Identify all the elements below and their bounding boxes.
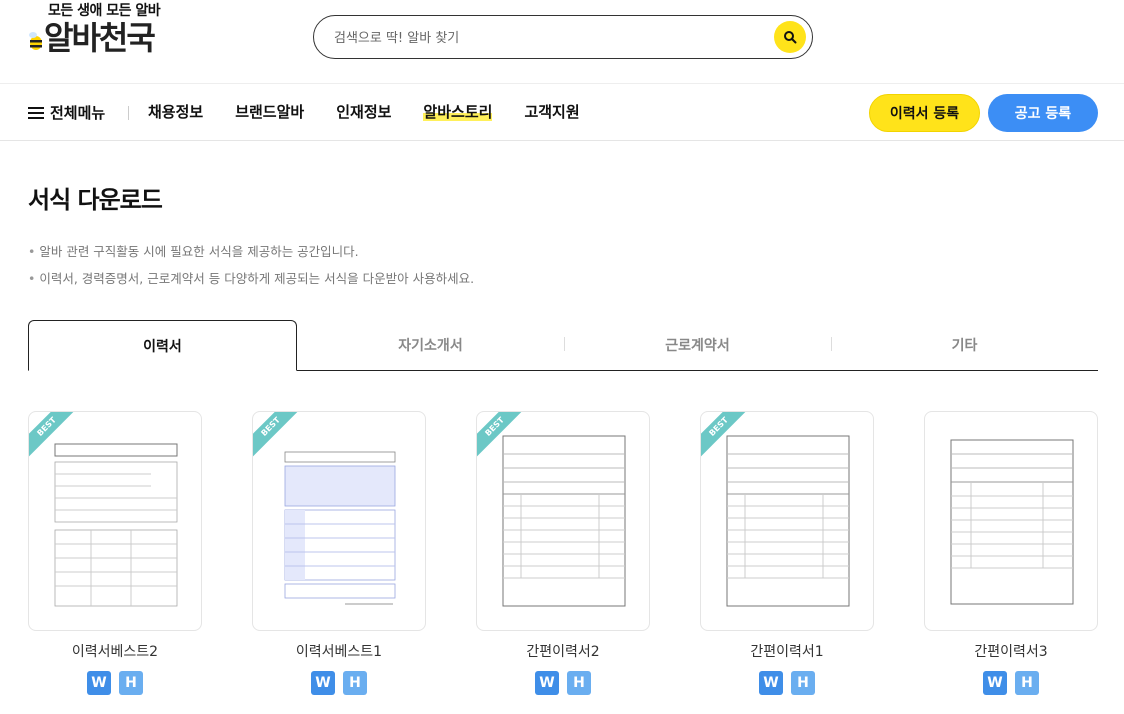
form-name[interactable]: 간편이력서1 [700, 641, 874, 661]
search-button[interactable] [774, 21, 806, 53]
tab-etc[interactable]: 기타 [831, 320, 1098, 370]
form-thumbnail[interactable]: BEST [700, 411, 874, 631]
tab-resume[interactable]: 이력서 [28, 320, 297, 371]
form-name[interactable]: 이력서베스트1 [252, 641, 426, 661]
nav-item-talent[interactable]: 인재정보 [336, 101, 391, 122]
form-thumbnail[interactable]: BEST [28, 411, 202, 631]
page-description: 알바 관련 구직활동 시에 필요한 서식을 제공하는 공간입니다. 이력서, 경… [28, 238, 474, 292]
nav-item-support[interactable]: 고객지원 [524, 101, 579, 122]
brand-text: 알바천국 [44, 19, 156, 57]
document-preview-icon [54, 443, 178, 607]
nav-item-label: 채용정보 [148, 103, 204, 121]
nav-item-label: 인재정보 [336, 103, 392, 121]
word-download-button[interactable]: W [983, 671, 1007, 695]
nav-item-label: 브랜드알바 [235, 103, 305, 121]
form-card: BEST 간편이력서1 W H [700, 411, 874, 695]
format-buttons: W H [28, 671, 202, 695]
hamburger-icon [28, 106, 44, 119]
word-download-button[interactable]: W [535, 671, 559, 695]
form-card: 간편이력서3 W H [924, 411, 1098, 695]
document-preview-icon [284, 451, 396, 605]
desc-line: 알바 관련 구직활동 시에 필요한 서식을 제공하는 공간입니다. [28, 238, 474, 265]
document-preview-icon [950, 439, 1074, 605]
hwp-download-button[interactable]: H [567, 671, 591, 695]
word-download-button[interactable]: W [759, 671, 783, 695]
form-card-list: BEST 이력서베스트2 W H BEST 이력서베스트1 W H BEST 간… [28, 411, 1098, 711]
format-buttons: W H [476, 671, 650, 695]
format-buttons: W H [924, 671, 1098, 695]
all-menu-button[interactable]: 전체메뉴 [28, 102, 105, 123]
search-input[interactable] [334, 26, 754, 50]
form-name[interactable]: 이력서베스트2 [28, 641, 202, 661]
form-thumbnail[interactable]: BEST [252, 411, 426, 631]
nav-item-jobs[interactable]: 채용정보 [148, 101, 203, 122]
document-preview-icon [502, 435, 626, 607]
all-menu-label: 전체메뉴 [50, 104, 106, 122]
form-card: BEST 이력서베스트2 W H [28, 411, 202, 695]
search-icon [784, 31, 797, 44]
hwp-download-button[interactable]: H [119, 671, 143, 695]
nav-item-label: 알바스토리 [423, 103, 493, 121]
tab-label: 기타 [951, 338, 978, 354]
register-post-button[interactable]: 공고 등록 [988, 94, 1098, 132]
format-buttons: W H [252, 671, 426, 695]
hwp-download-button[interactable]: H [1015, 671, 1039, 695]
form-tabs: 이력서 자기소개서 근로계약서 기타 [28, 320, 1098, 371]
logo-slogan: 모든 생애 모든 알바 [48, 3, 161, 19]
tab-label: 이력서 [143, 338, 182, 355]
word-download-button[interactable]: W [87, 671, 111, 695]
bee-icon [29, 32, 42, 50]
form-name[interactable]: 간편이력서3 [924, 641, 1098, 661]
form-thumbnail[interactable] [924, 411, 1098, 631]
tab-label: 자기소개서 [398, 338, 463, 354]
document-preview-icon [726, 435, 850, 607]
main-nav: 전체메뉴 채용정보 브랜드알바 인재정보 알바스토리 고객지원 이력서 등록 공… [0, 84, 1124, 141]
nav-item-brand[interactable]: 브랜드알바 [235, 101, 304, 122]
tab-labor-contract[interactable]: 근로계약서 [564, 320, 831, 370]
tab-cover-letter[interactable]: 자기소개서 [297, 320, 564, 370]
tab-separator [831, 337, 832, 351]
tab-separator [564, 337, 565, 351]
nav-item-story[interactable]: 알바스토리 [423, 101, 493, 122]
form-name[interactable]: 간편이력서2 [476, 641, 650, 661]
register-resume-button[interactable]: 이력서 등록 [869, 94, 980, 132]
nav-item-label: 고객지원 [524, 103, 580, 121]
logo-brand: 알바천국 [28, 18, 156, 58]
nav-divider [128, 106, 129, 120]
format-buttons: W H [700, 671, 874, 695]
hwp-download-button[interactable]: H [343, 671, 367, 695]
search-box [313, 15, 813, 59]
form-card: BEST 간편이력서2 W H [476, 411, 650, 695]
nav-items: 채용정보 브랜드알바 인재정보 알바스토리 고객지원 [148, 101, 612, 122]
word-download-button[interactable]: W [311, 671, 335, 695]
page-title: 서식 다운로드 [28, 186, 163, 214]
tab-label: 근로계약서 [665, 338, 730, 354]
desc-line: 이력서, 경력증명서, 근로계약서 등 다양하게 제공되는 서식을 다운받아 사… [28, 265, 474, 292]
site-logo[interactable]: 모든 생애 모든 알바 알바천국 [28, 0, 188, 62]
form-card: BEST 이력서베스트1 W H [252, 411, 426, 695]
header: 모든 생애 모든 알바 알바천국 [0, 0, 1124, 84]
hwp-download-button[interactable]: H [791, 671, 815, 695]
form-thumbnail[interactable]: BEST [476, 411, 650, 631]
